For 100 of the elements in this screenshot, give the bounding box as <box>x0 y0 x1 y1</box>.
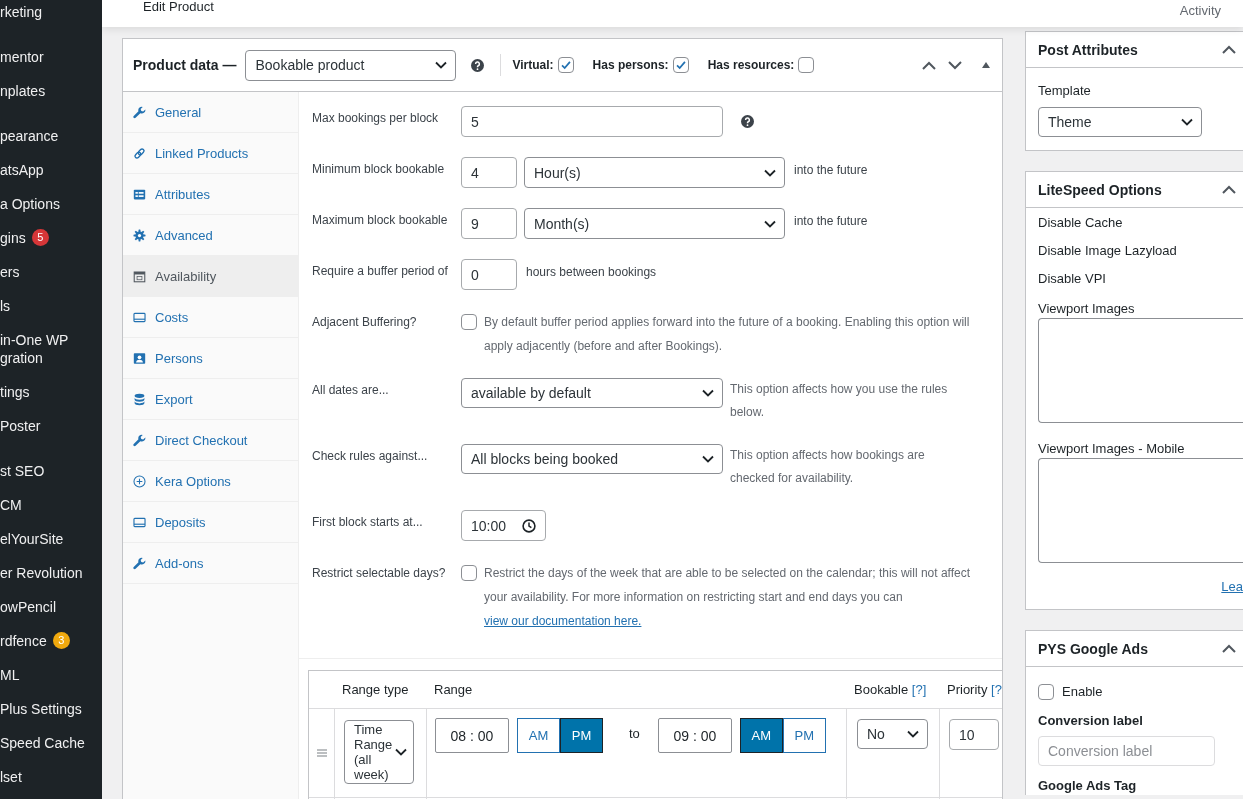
field-label: Minimum block bookable <box>312 161 446 178</box>
checkbox[interactable] <box>798 57 815 73</box>
menu-item[interactable]: tings <box>0 383 102 401</box>
menu-item[interactable]: gins 5 <box>0 229 102 247</box>
menu-item[interactable]: CM <box>0 496 102 514</box>
text-area[interactable] <box>1038 318 1243 423</box>
checkbox[interactable] <box>672 57 689 73</box>
number-field[interactable]: 9 <box>461 208 517 239</box>
select-field[interactable]: All blocks being booked <box>461 444 723 474</box>
menu-item[interactable]: Poster <box>0 417 102 435</box>
chevron-down-icon <box>435 61 448 69</box>
conversion-label-field[interactable]: Conversion label <box>1038 736 1215 766</box>
chevron-up-icon[interactable] <box>922 60 936 70</box>
tab[interactable]: General <box>123 92 298 133</box>
checkbox[interactable] <box>1038 684 1054 700</box>
number-field[interactable]: 4 <box>461 157 517 188</box>
menu-item[interactable]: elYourSite <box>0 530 102 548</box>
product-type-select[interactable]: Bookable product <box>245 49 457 81</box>
documentation-link[interactable]: view our documentation here. <box>484 614 642 628</box>
field-label: Max bookings per block <box>312 110 440 127</box>
menu-item[interactable]: atsApp <box>0 161 102 179</box>
unit-select[interactable]: Hour(s) <box>524 157 785 188</box>
tab[interactable]: Deposits <box>123 502 298 543</box>
tab[interactable]: Direct Checkout <box>123 420 298 461</box>
count-badge: 3 <box>52 632 70 649</box>
menu-item[interactable]: rketing <box>0 3 102 21</box>
menu-item[interactable]: er Revolution <box>0 564 102 582</box>
column-header: Bookable <box>854 682 909 697</box>
count-badge: 5 <box>31 229 49 246</box>
help-link[interactable]: [? <box>991 682 1002 697</box>
text-area[interactable] <box>1038 458 1243 563</box>
number-field[interactable]: 5 <box>461 106 723 137</box>
select-field[interactable]: available by default <box>461 378 723 408</box>
column-header: Range type <box>342 682 409 697</box>
tab[interactable]: Linked Products <box>123 133 298 174</box>
number-field[interactable]: 0 <box>461 259 517 290</box>
option-label: Disable Image Lazyload <box>1038 242 1178 260</box>
help-icon[interactable] <box>741 115 754 128</box>
learn-more-link[interactable]: Lea <box>1221 579 1243 594</box>
am-pm-toggle[interactable]: AM <box>517 718 560 753</box>
menu-item[interactable]: lset <box>0 768 102 786</box>
field-label: Maximum block bookable <box>312 212 449 229</box>
am-pm-toggle[interactable]: PM <box>782 718 826 753</box>
wrench-icon <box>133 105 146 119</box>
checkbox[interactable] <box>461 314 477 330</box>
tab[interactable]: Persons <box>123 338 298 379</box>
chevron-down-icon[interactable] <box>948 60 962 70</box>
chevron-down-icon <box>395 748 407 756</box>
menu-item[interactable]: mentor <box>0 48 102 66</box>
menu-item[interactable]: Speed Cache <box>0 734 102 752</box>
time-field[interactable]: 09 : 00 <box>657 718 732 753</box>
field-label: Viewport Images <box>1038 300 1136 318</box>
column-header: Range <box>434 682 473 697</box>
menu-item[interactable]: nplates <box>0 82 102 100</box>
menu-item[interactable]: ML <box>0 666 102 684</box>
card-icon <box>133 310 146 324</box>
menu-item[interactable]: in-One WP gration <box>0 331 102 367</box>
tab[interactable]: Add-ons <box>123 543 298 584</box>
checkbox[interactable] <box>461 565 477 581</box>
triangle-up-icon[interactable] <box>982 62 990 68</box>
tab[interactable]: Attributes <box>123 174 298 215</box>
field-label: First block starts at... <box>312 514 424 531</box>
description-text: By default buffer period applies forward into the future of a booking. Enabling this option will apply adjacently (before and after Bookings). <box>484 314 971 355</box>
panel-title: Post Attributes <box>1038 41 1138 58</box>
field-label: Template <box>1038 82 1092 100</box>
tab[interactable]: Availability <box>123 256 298 297</box>
chevron-up-icon[interactable] <box>1222 45 1236 54</box>
tab[interactable]: Export <box>123 379 298 420</box>
field-label: Require a buffer period of <box>312 263 449 280</box>
chevron-up-icon[interactable] <box>1222 185 1236 194</box>
wrench-icon <box>133 556 146 570</box>
help-icon[interactable] <box>471 58 485 72</box>
menu-item[interactable]: pearance <box>0 127 102 145</box>
priority-field[interactable]: 10 <box>949 719 999 750</box>
time-field[interactable]: 10:00 <box>461 510 546 541</box>
unit-select[interactable]: Month(s) <box>524 208 785 239</box>
menu-item[interactable]: a Options <box>0 195 102 213</box>
activity-link[interactable]: Activity <box>1179 3 1221 19</box>
checkbox[interactable] <box>557 57 574 73</box>
drag-handle-icon[interactable] <box>316 749 327 757</box>
range-type-select[interactable]: Time Range (all week) <box>344 720 414 784</box>
menu-item[interactable]: owPencil <box>0 598 102 616</box>
template-select[interactable]: Theme <box>1038 107 1202 137</box>
bookable-select[interactable]: No <box>857 719 928 749</box>
menu-item[interactable]: st SEO <box>0 462 102 480</box>
menu-item[interactable]: ls <box>0 297 102 315</box>
menu-item[interactable]: rdfence 3 <box>0 632 102 650</box>
am-pm-toggle[interactable]: AM <box>739 718 783 753</box>
time-field[interactable]: 08 : 00 <box>435 718 509 753</box>
card-icon <box>133 515 146 529</box>
tab[interactable]: Kera Options <box>123 461 298 502</box>
chevron-up-icon[interactable] <box>1222 644 1236 653</box>
description-text: This option affects how you use the rules below. <box>730 381 949 421</box>
tab[interactable]: Costs <box>123 297 298 338</box>
description-text: Restrict the days of the week that are able to be selected on the calendar; this will not affect your availability. For more information on restricting start and end days you can view our documentation here. <box>484 565 972 630</box>
menu-item[interactable]: Plus Settings <box>0 700 102 718</box>
help-link[interactable]: [?] <box>911 682 927 697</box>
am-pm-toggle[interactable]: PM <box>560 718 603 753</box>
plus-circle-icon <box>133 474 146 488</box>
menu-item[interactable]: ers <box>0 263 102 281</box>
